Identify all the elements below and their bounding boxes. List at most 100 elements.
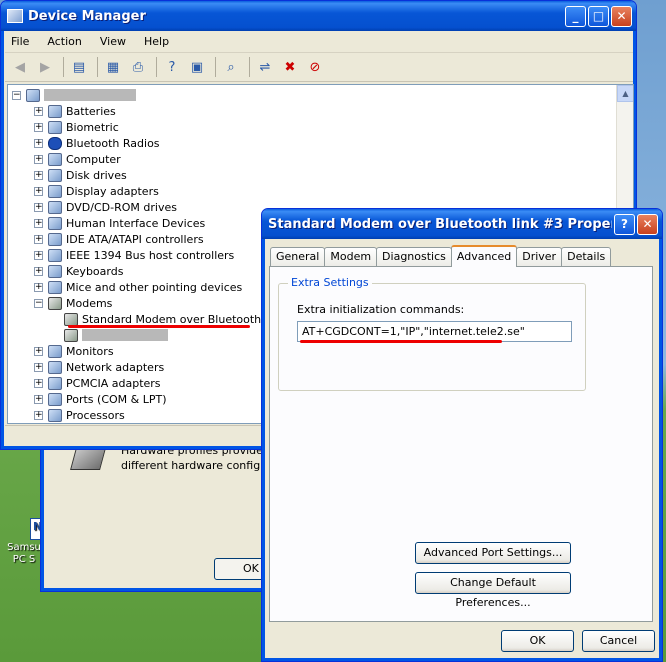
tab-modem[interactable]: Modem [324,247,378,267]
device-category-icon [48,408,62,422]
expand-icon[interactable]: + [34,362,43,372]
tree-item-label: Processors [66,408,125,422]
help-icon[interactable]: ? [614,213,635,235]
hardware-profile-icon [70,448,106,470]
tab-diagnostics[interactable]: Diagnostics [376,247,452,267]
expand-icon[interactable]: + [34,202,43,212]
tree-item[interactable]: + Batteries [34,103,116,119]
expand-icon[interactable]: + [34,122,43,132]
tree-item[interactable]: + Biometric [34,119,119,135]
close-icon[interactable]: ✕ [611,5,632,27]
tree-item[interactable]: + Display adapters [34,183,159,199]
tree-item-label: Human Interface Devices [66,216,206,230]
expand-icon[interactable]: + [34,234,43,244]
modem-properties-dialog: Standard Modem over Bluetooth link #3 Pr… [261,208,663,662]
tab-advanced[interactable]: Advanced [450,245,518,267]
tree-item-label: Batteries [66,104,116,118]
menu-action[interactable]: Action [47,35,81,48]
toolbar-separator [63,57,64,77]
tree-item-label: Computer [66,152,121,166]
close-icon[interactable]: ✕ [637,213,658,235]
tab-general[interactable]: General [270,247,326,267]
expand-icon[interactable]: + [34,106,43,116]
console-tree-icon[interactable]: ▤ [68,56,90,78]
menu-help[interactable]: Help [144,35,169,48]
scroll-up-icon[interactable]: ▲ [617,85,633,102]
tree-item-label: Network adapters [66,360,165,374]
tab-strip: General Modem Diagnostics Advanced Drive… [270,245,612,267]
help-icon[interactable]: ? [161,56,183,78]
advanced-port-settings-button[interactable]: Advanced Port Settings... [415,542,571,564]
tree-item[interactable]: − Modems [34,295,112,311]
print-icon[interactable]: ⎙ [127,56,149,78]
cancel-button[interactable]: Cancel [582,630,655,652]
menu-file[interactable]: File [11,35,29,48]
expand-icon[interactable]: + [34,378,43,388]
device-category-icon [48,232,62,246]
properties-icon[interactable]: ▦ [102,56,124,78]
tree-item[interactable]: + IEEE 1394 Bus host controllers [34,247,234,263]
uninstall-icon[interactable]: ✖ [279,56,301,78]
menu-view[interactable]: View [100,35,126,48]
tree-item[interactable]: + Network adapters [34,359,164,375]
device-category-icon [48,296,62,310]
expand-icon[interactable]: + [34,138,43,148]
tree-item[interactable]: + DVD/CD-ROM drives [34,199,177,215]
maximize-icon[interactable]: □ [588,5,609,27]
red-underline-annotation [300,340,502,343]
expand-icon[interactable]: + [34,250,43,260]
tree-item-label: Bluetooth Radios [66,136,160,150]
tree-item[interactable]: + Monitors [34,343,114,359]
tab-driver[interactable]: Driver [516,247,563,267]
tree-item-label: Disk drives [66,168,127,182]
ok-button[interactable]: OK [501,630,574,652]
tree-item[interactable]: + Human Interface Devices [34,215,205,231]
expand-icon[interactable]: + [34,186,43,196]
tree-item-label: IDE ATA/ATAPI controllers [66,232,204,246]
tree-item[interactable]: + IDE ATA/ATAPI controllers [34,231,204,247]
forward-arrow-icon[interactable]: ▶ [34,56,56,78]
device-category-icon [48,264,62,278]
change-default-preferences-button[interactable]: Change Default Preferences... [415,572,571,609]
dialog-title: Standard Modem over Bluetooth link #3 Pr… [268,216,612,232]
tree-item[interactable]: + Ports (COM & LPT) [34,391,167,407]
properties-titlebar[interactable]: Standard Modem over Bluetooth link #3 Pr… [262,209,662,239]
expand-icon[interactable]: + [34,154,43,164]
collapse-icon[interactable]: − [34,298,43,308]
extra-init-label: Extra initialization commands: [297,303,465,316]
expand-icon[interactable]: + [34,394,43,404]
expand-icon[interactable]: + [34,282,43,292]
device-category-icon [64,312,78,326]
expand-icon[interactable]: + [34,170,43,180]
tree-item[interactable]: + PCMCIA adapters [34,375,161,391]
tab-details[interactable]: Details [561,247,612,267]
tree-item-modem-redacted[interactable] [64,327,168,343]
extra-init-commands-input[interactable]: AT+CGDCONT=1,"IP","internet.tele2.se" [297,321,572,342]
device-manager-titlebar[interactable]: Device Manager _ □ ✕ [1,1,636,31]
tree-item[interactable]: + Mice and other pointing devices [34,279,242,295]
desktop-shortcut-label-2: PC S [12,554,36,565]
red-underline-annotation [68,325,250,328]
expand-icon[interactable]: + [34,410,43,420]
collapse-icon[interactable]: − [12,90,21,100]
minimize-icon[interactable]: _ [565,5,586,27]
action-pane-icon[interactable]: ▣ [186,56,208,78]
desktop-shortcut[interactable]: Samsu PC S [4,518,44,566]
expand-icon[interactable]: + [34,218,43,228]
extra-settings-title: Extra Settings [288,276,372,289]
device-category-icon [48,376,62,390]
expand-icon[interactable]: + [34,266,43,276]
scan-hardware-icon[interactable]: ⌕ [220,56,242,78]
menu-bar: File Action View Help [5,31,633,53]
disable-device-icon[interactable]: ⊘ [304,56,326,78]
tree-item[interactable]: + Keyboards [34,263,123,279]
tree-root[interactable]: − [12,87,136,103]
tree-item[interactable]: + Bluetooth Radios [34,135,160,151]
update-driver-icon[interactable]: ⇌ [254,56,276,78]
expand-icon[interactable]: + [34,346,43,356]
tree-item-label: Modems [66,296,113,310]
back-arrow-icon[interactable]: ◀ [9,56,31,78]
tree-item[interactable]: + Processors [34,407,125,423]
tree-item[interactable]: + Disk drives [34,167,127,183]
tree-item[interactable]: + Computer [34,151,121,167]
